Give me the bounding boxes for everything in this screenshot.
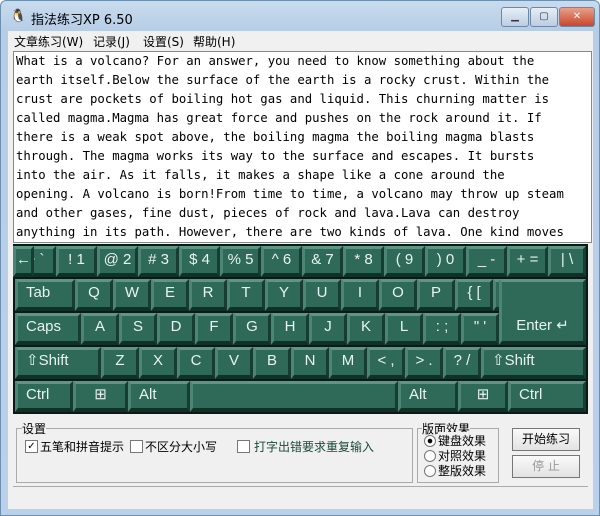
key[interactable]: Ctrl: [508, 381, 586, 412]
label-retype-on-error: 打字出错要求重复输入: [254, 438, 375, 455]
menu-record[interactable]: 记录(J): [93, 33, 130, 50]
key[interactable]: N: [291, 347, 329, 379]
key[interactable]: U: [303, 279, 341, 311]
layout-effect-group: 版面效果 键盘效果 对照效果 整版效果: [417, 420, 499, 483]
key[interactable]: O: [379, 279, 417, 311]
menu-article[interactable]: 文章练习(W): [14, 33, 83, 50]
practice-text[interactable]: What is a volcano? For an answer, you ne…: [13, 51, 592, 243]
key[interactable]: : ;: [423, 313, 461, 345]
key[interactable]: A: [81, 313, 119, 345]
key[interactable]: ←: [13, 246, 34, 277]
key[interactable]: $ 4: [179, 246, 220, 277]
key[interactable]: ⊞: [458, 381, 508, 412]
client-area: 文章练习(W) 记录(J) 设置(S) 帮助(H) What is a volc…: [8, 31, 593, 509]
key[interactable]: J: [309, 313, 347, 345]
key[interactable]: & 7: [302, 246, 343, 277]
key[interactable]: ⇧Shift: [481, 347, 586, 379]
checkbox-retype-on-error[interactable]: [237, 440, 250, 453]
key[interactable]: Ctrl: [15, 381, 73, 412]
key[interactable]: P: [417, 279, 455, 311]
radio-compare-effect[interactable]: [424, 450, 436, 462]
key[interactable]: ⇧Shift: [15, 347, 101, 379]
key[interactable]: | \: [548, 246, 586, 277]
stop-button[interactable]: 停 止: [512, 455, 580, 478]
key[interactable]: F: [195, 313, 233, 345]
key[interactable]: Alt: [128, 381, 190, 412]
menu-bar: 文章练习(W) 记录(J) 设置(S) 帮助(H): [8, 31, 593, 49]
key[interactable]: X: [139, 347, 177, 379]
key[interactable]: Q: [75, 279, 113, 311]
key[interactable]: W: [113, 279, 151, 311]
key[interactable]: ) 0: [425, 246, 466, 277]
settings-group: 设置 ✓ 五笔和拼音提示 不区分大小写 打字出错要求重复输入: [16, 420, 413, 483]
label-wubi-pinyin: 五笔和拼音提示: [40, 438, 125, 455]
minimize-button[interactable]: ▁: [501, 7, 529, 27]
key[interactable]: E: [151, 279, 189, 311]
key[interactable]: Caps: [15, 313, 81, 345]
key[interactable]: R: [189, 279, 227, 311]
key[interactable]: Z: [101, 347, 139, 379]
key[interactable]: % 5: [220, 246, 261, 277]
key[interactable]: ! 1: [56, 246, 97, 277]
key[interactable]: [190, 381, 398, 412]
key[interactable]: Tab: [15, 279, 75, 311]
text-line: opening. A volcano is born!From time to …: [16, 187, 564, 201]
key[interactable]: { [: [455, 279, 493, 311]
label-case-insensitive: 不区分大小写: [145, 438, 218, 455]
key[interactable]: V: [215, 347, 253, 379]
key[interactable]: T: [227, 279, 265, 311]
key[interactable]: K: [347, 313, 385, 345]
virtual-keyboard: ~ `! 1 @ 2 # 3 $ 4% 5 ^ 6 & 7 * 8( 9) 0 _ - + = |…: [13, 244, 588, 414]
key[interactable]: S: [119, 313, 157, 345]
key[interactable]: " ': [461, 313, 499, 345]
key[interactable]: + =: [507, 246, 548, 277]
key[interactable]: D: [157, 313, 195, 345]
text-line: through. The magma works its way to the …: [16, 149, 535, 163]
menu-settings[interactable]: 设置(S): [143, 33, 184, 50]
key[interactable]: L: [385, 313, 423, 345]
key[interactable]: ? /: [443, 347, 481, 379]
settings-title: 设置: [22, 420, 47, 437]
text-line: into the air. As it falls, it makes a sh…: [16, 168, 505, 182]
checkbox-wubi-pinyin[interactable]: ✓: [25, 440, 38, 453]
text-line: and other gases, fine dust, pieces of ro…: [16, 206, 520, 220]
key[interactable]: M: [329, 347, 367, 379]
text-line: called magma.Magma has great force and p…: [16, 111, 542, 125]
key[interactable]: @ 2: [97, 246, 138, 277]
start-practice-button[interactable]: 开始练习: [512, 428, 580, 451]
radio-keyboard-effect[interactable]: [424, 435, 436, 447]
key[interactable]: I: [341, 279, 379, 311]
window-title: 指法练习XP 6.50: [31, 13, 133, 28]
key[interactable]: ( 9: [384, 246, 425, 277]
key[interactable]: ^ 6: [261, 246, 302, 277]
key[interactable]: > .: [405, 347, 443, 379]
key[interactable]: G: [233, 313, 271, 345]
maximize-button[interactable]: ▢: [530, 7, 558, 27]
key[interactable]: B: [253, 347, 291, 379]
key[interactable]: Y: [265, 279, 303, 311]
text-line: earth itself.Below the surface of the ea…: [16, 73, 550, 87]
status-bar: [13, 486, 588, 507]
close-button[interactable]: ✕: [559, 7, 595, 27]
app-window: 🐧 指法练习XP 6.50 ▁ ▢ ✕ 文章练习(W) 记录(J) 设置(S) …: [0, 0, 600, 516]
menu-help[interactable]: 帮助(H): [193, 33, 235, 50]
app-icon: 🐧: [10, 9, 27, 24]
radio-full-effect[interactable]: [424, 465, 436, 477]
checkbox-case-insensitive[interactable]: [130, 440, 143, 453]
key[interactable]: H: [271, 313, 309, 345]
key[interactable]: Enter ↵: [499, 279, 586, 345]
text-line: there is a weak spot above, the boiling …: [16, 130, 535, 144]
key[interactable]: ⊞: [73, 381, 128, 412]
key[interactable]: _ -: [466, 246, 507, 277]
key[interactable]: C: [177, 347, 215, 379]
key[interactable]: < ,: [367, 347, 405, 379]
key[interactable]: * 8: [343, 246, 384, 277]
text-line: anything in its path. However, there are…: [16, 225, 564, 239]
label-full-effect: 整版效果: [438, 462, 487, 479]
text-line: What is a volcano? For an answer, you ne…: [16, 54, 535, 68]
key[interactable]: Alt: [398, 381, 458, 412]
text-line: crust are pockets of boiling hot gas and…: [16, 92, 550, 106]
key[interactable]: # 3: [138, 246, 179, 277]
